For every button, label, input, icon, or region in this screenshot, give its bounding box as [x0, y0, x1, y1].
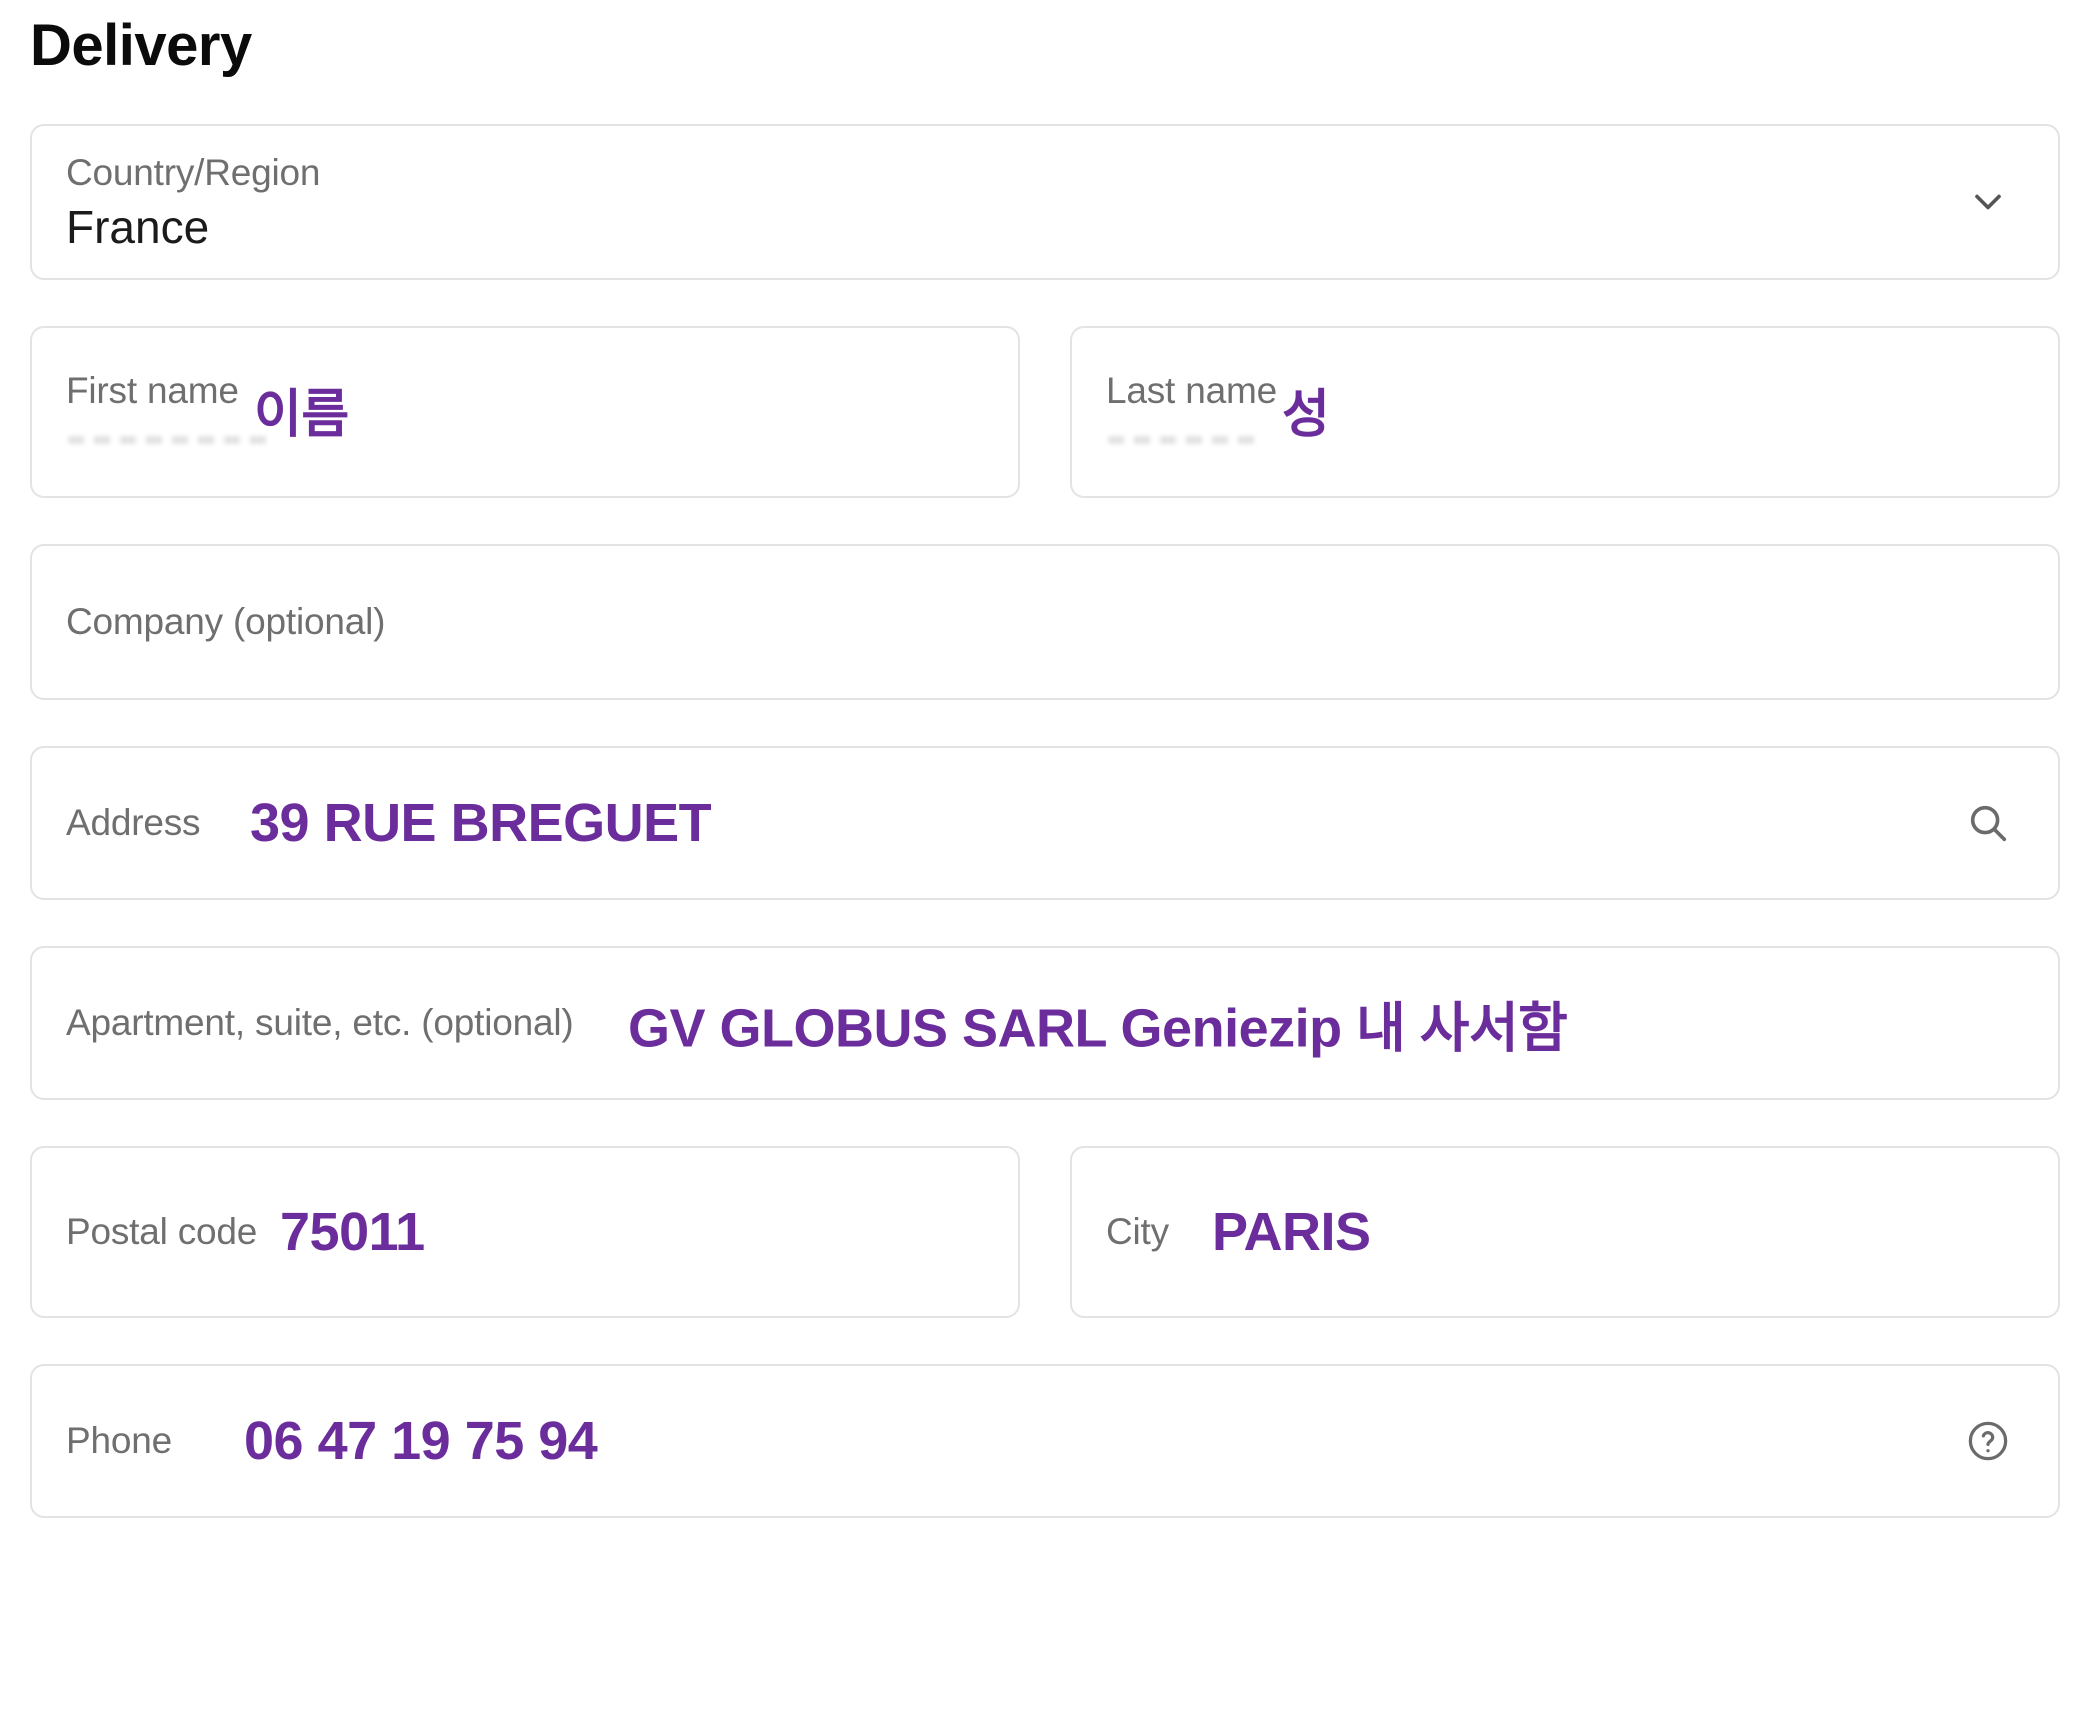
- last-name-label: Last name: [1106, 369, 1277, 411]
- apartment-label: Apartment, suite, etc. (optional): [66, 1001, 574, 1043]
- phone-input[interactable]: Phone 06 47 19 75 94: [30, 1363, 2060, 1518]
- last-name-redacted-value: [1108, 435, 1258, 444]
- phone-label: Phone: [66, 1419, 172, 1461]
- help-circle-icon[interactable]: [1962, 1415, 2014, 1467]
- city-input[interactable]: City PARIS: [1070, 1145, 2060, 1318]
- company-label: Company (optional): [66, 600, 386, 642]
- apartment-input[interactable]: Apartment, suite, etc. (optional) GV GLO…: [30, 945, 2060, 1100]
- address-input[interactable]: Address 39 RUE BREGUET: [30, 745, 2060, 900]
- company-input[interactable]: Company (optional): [30, 543, 2060, 700]
- search-icon[interactable]: [1962, 797, 2014, 849]
- postal-city-row: Postal code 75011 City PARIS: [30, 1145, 2060, 1318]
- delivery-form-page: Delivery Country/Region France First nam…: [0, 0, 2090, 1709]
- postal-code-label: Postal code: [66, 1210, 258, 1252]
- apartment-annotation: GV GLOBUS SARL Geniezip 내 사서함: [628, 998, 1568, 1059]
- page-title: Delivery: [30, 13, 252, 78]
- chevron-down-icon[interactable]: [1962, 176, 2014, 228]
- first-name-annotation: 이름: [254, 385, 349, 444]
- first-name-label: First name: [66, 369, 239, 411]
- city-label: City: [1106, 1210, 1169, 1252]
- country-region-value: France: [66, 200, 210, 253]
- postal-code-input[interactable]: Postal code 75011: [30, 1145, 1020, 1318]
- address-label: Address: [66, 801, 201, 843]
- last-name-annotation: 성: [1282, 385, 1330, 444]
- postal-code-annotation: 75011: [280, 1201, 425, 1262]
- city-annotation: PARIS: [1212, 1201, 1371, 1262]
- first-name-input[interactable]: First name 이름: [30, 325, 1020, 498]
- first-name-redacted-value: [68, 435, 268, 444]
- name-row: First name 이름 Last name 성: [30, 325, 2060, 498]
- country-region-label: Country/Region: [66, 151, 321, 193]
- phone-annotation: 06 47 19 75 94: [244, 1410, 598, 1471]
- last-name-input[interactable]: Last name 성: [1070, 325, 2060, 498]
- country-region-select[interactable]: Country/Region France: [30, 123, 2060, 280]
- address-annotation: 39 RUE BREGUET: [250, 792, 712, 853]
